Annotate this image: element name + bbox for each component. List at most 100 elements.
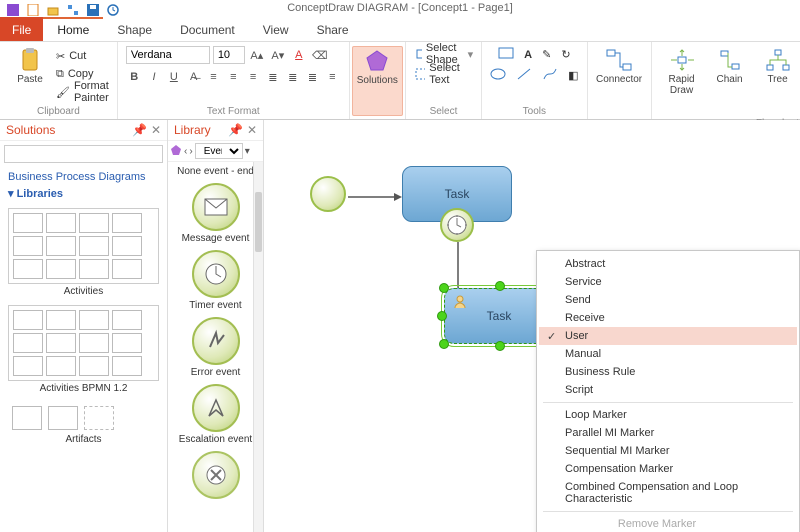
rapid-draw-button[interactable]: Rapid Draw <box>660 46 704 116</box>
font-size-select[interactable] <box>213 46 245 64</box>
underline-button[interactable]: U <box>165 68 182 86</box>
tool-rotate-icon[interactable]: ↻ <box>561 48 570 61</box>
tab-document[interactable]: Document <box>166 17 249 41</box>
node-start-event[interactable] <box>310 176 346 212</box>
format-painter-button[interactable]: 🖌Format Painter <box>56 84 109 100</box>
thumb-artifacts[interactable] <box>8 402 159 434</box>
group-select: Select Shape▾ Select Text Select <box>406 42 482 119</box>
lib-item-timer-event[interactable]: Timer event <box>168 248 263 313</box>
lib-prev-icon[interactable]: ‹ <box>184 146 187 157</box>
tab-share[interactable]: Share <box>303 17 363 41</box>
solutions-label: Solutions <box>357 75 398 86</box>
increase-font-icon[interactable]: A▴ <box>248 46 266 64</box>
solutions-search-input[interactable] <box>4 145 163 163</box>
tool-ellipse-icon[interactable] <box>490 67 506 84</box>
qat-icon-new[interactable] <box>26 3 40 17</box>
qat-icon-arrange[interactable] <box>66 3 80 17</box>
qat-icon-save[interactable] <box>86 3 100 17</box>
chevron-down-icon: ▾ <box>468 48 474 61</box>
ctx-abstract[interactable]: Abstract <box>539 255 797 273</box>
chevron-down-icon[interactable]: ▾ <box>245 146 250 157</box>
pin-icon[interactable]: 📌 <box>132 123 147 137</box>
tab-shape[interactable]: Shape <box>103 17 166 41</box>
tab-file[interactable]: File <box>0 17 43 41</box>
line-spacing-button[interactable]: ≡ <box>324 68 341 86</box>
tool-text-icon[interactable]: A <box>524 49 532 61</box>
select-group-label: Select <box>414 106 473 117</box>
ctx-manual[interactable]: Manual <box>539 345 797 363</box>
align-top-button[interactable]: ≣ <box>265 68 282 86</box>
group-solutions: Solutions <box>350 42 406 119</box>
tool-rect-icon[interactable] <box>498 46 514 63</box>
ctx-send[interactable]: Send <box>539 291 797 309</box>
paste-label: Paste <box>17 74 43 85</box>
paste-button[interactable]: Paste <box>8 46 52 102</box>
node-timer-event[interactable] <box>440 208 474 242</box>
align-center-button[interactable]: ≡ <box>225 68 242 86</box>
ctx-compensation-marker[interactable]: Compensation Marker <box>539 460 797 478</box>
thumb-activities-bpmn[interactable] <box>8 305 159 381</box>
tool-erase-icon[interactable]: ◧ <box>568 69 578 82</box>
ctx-service[interactable]: Service <box>539 273 797 291</box>
panel-solutions-title: Solutions <box>6 123 55 137</box>
thumb-activities-label: Activities <box>8 286 159 297</box>
ctx-business-rule[interactable]: Business Rule <box>539 363 797 381</box>
lib-next-icon[interactable]: › <box>189 146 192 157</box>
lib-item-none-event-end[interactable]: None event - end <box>168 164 263 179</box>
align-middle-button[interactable]: ≣ <box>284 68 301 86</box>
lib-item-message-event[interactable]: Message event <box>168 181 263 246</box>
tab-home[interactable]: Home <box>43 17 103 41</box>
clipboard-small-buttons: ✂Cut ⧉Copy 🖌Format Painter <box>56 48 109 100</box>
clear-format-icon[interactable]: ⌫ <box>311 46 329 64</box>
library-category-select[interactable]: Events <box>195 143 243 159</box>
close-icon[interactable]: ✕ <box>151 123 161 137</box>
lib-item-error-event[interactable]: Error event <box>168 315 263 380</box>
qat-icon-open[interactable] <box>46 3 60 17</box>
tree-item-bpd[interactable]: Business Process Diagrams <box>8 171 159 183</box>
ctx-user[interactable]: User <box>539 327 797 345</box>
connector-label: Connector <box>596 74 642 85</box>
library-scrollbar[interactable] <box>253 162 263 532</box>
font-select[interactable] <box>126 46 210 64</box>
ctx-loop-marker[interactable]: Loop Marker <box>539 406 797 424</box>
select-shape-button[interactable]: Select Shape▾ <box>414 46 473 62</box>
ctx-remove-marker: Remove Marker <box>539 515 797 532</box>
thumb-activities[interactable] <box>8 208 159 284</box>
tree-item-libraries[interactable]: ▾ Libraries <box>8 187 159 200</box>
ctx-parallel-mi-marker[interactable]: Parallel MI Marker <box>539 424 797 442</box>
tool-line-icon[interactable] <box>516 67 532 84</box>
solutions-button[interactable]: Solutions <box>352 46 403 116</box>
ribbon-tabs: File Home Shape Document View Share <box>0 20 800 42</box>
tool-pencil-icon[interactable]: ✎ <box>542 48 551 61</box>
tree-button[interactable]: Tree <box>756 46 800 116</box>
strike-button[interactable]: A̶ <box>185 68 202 86</box>
connector-button[interactable]: Connector <box>592 46 646 104</box>
lib-item-escalation-event[interactable]: Escalation event <box>168 382 263 447</box>
font-color-icon[interactable]: A <box>290 46 308 64</box>
copy-icon: ⧉ <box>56 68 64 81</box>
lib-pentagon-icon[interactable] <box>170 144 182 159</box>
italic-button[interactable]: I <box>146 68 163 86</box>
qat-icon-recent[interactable] <box>106 3 120 17</box>
connector-start-task[interactable] <box>348 192 402 202</box>
pin-icon[interactable]: 📌 <box>228 123 243 137</box>
select-text-button[interactable]: Select Text <box>414 66 473 82</box>
qat-icon-purple[interactable] <box>6 3 20 17</box>
tool-curve-icon[interactable] <box>542 67 558 84</box>
decrease-font-icon[interactable]: A▾ <box>269 46 287 64</box>
ctx-sequential-mi-marker[interactable]: Sequential MI Marker <box>539 442 797 460</box>
group-tools: A ✎ ↻ ◧ Tools <box>482 42 587 119</box>
close-icon[interactable]: ✕ <box>247 123 257 137</box>
ctx-receive[interactable]: Receive <box>539 309 797 327</box>
tab-view[interactable]: View <box>249 17 303 41</box>
align-right-button[interactable]: ≡ <box>245 68 262 86</box>
canvas[interactable]: Task Task Abstract Service Send Receive … <box>264 120 800 532</box>
bold-button[interactable]: B <box>126 68 143 86</box>
lib-item-cancel-event[interactable] <box>168 449 263 501</box>
chain-button[interactable]: Chain <box>708 46 752 116</box>
align-bottom-button[interactable]: ≣ <box>304 68 321 86</box>
align-left-button[interactable]: ≡ <box>205 68 222 86</box>
ctx-script[interactable]: Script <box>539 381 797 399</box>
ctx-combined-marker[interactable]: Combined Compensation and Loop Character… <box>539 478 797 508</box>
cut-button[interactable]: ✂Cut <box>56 48 86 64</box>
